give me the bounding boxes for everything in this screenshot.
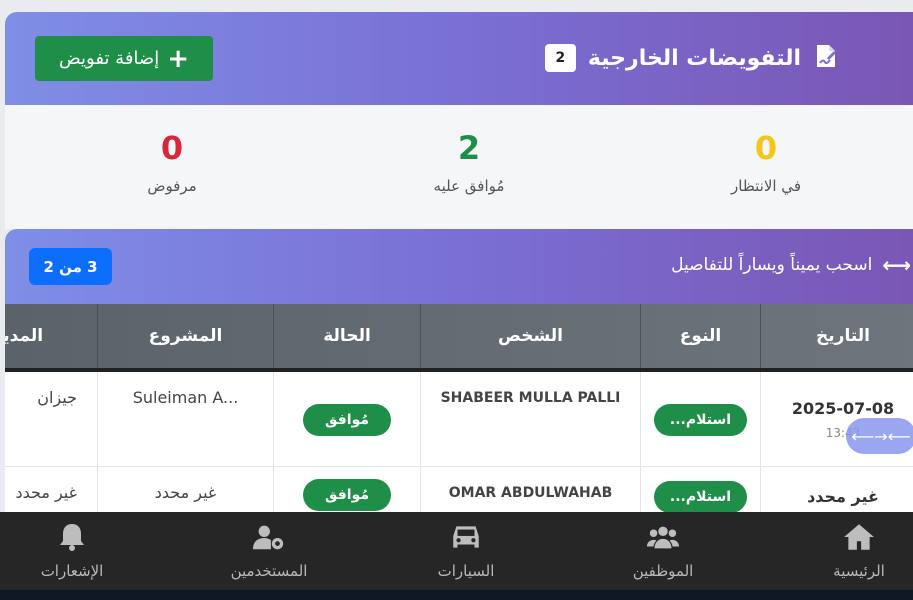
cell-city: جيزان — [5, 372, 97, 467]
bell-icon — [60, 524, 84, 551]
col-date[interactable]: التاريخ — [760, 304, 913, 368]
cell-status: مُوافق — [273, 372, 420, 467]
stats-panel: 0 في الانتظار 2 مُوافق عليه 0 مرفوض — [5, 105, 913, 229]
col-type[interactable]: النوع — [640, 304, 760, 368]
nav-label-home: الرئيسية — [833, 562, 885, 580]
nav-label-notifications: الإشعارات — [40, 562, 104, 580]
nav-item-cars[interactable]: السيارات — [391, 512, 541, 590]
stat-pending: 0 في الانتظار — [656, 129, 876, 195]
table-row[interactable]: 2025-07-08 13:43 استلام... SHABEER MULLA… — [5, 372, 913, 467]
type-badge: استلام... — [653, 481, 748, 513]
stat-pending-label: في الانتظار — [731, 177, 801, 196]
delegations-header: + إضافة تفويض التفويضات الخارجية 2 — [5, 12, 913, 105]
add-delegation-label: إضافة تفويض — [58, 48, 160, 69]
nav-item-employees[interactable]: الموظفين — [588, 512, 738, 590]
home-icon — [844, 524, 874, 550]
stat-approved-value: 2 — [457, 129, 481, 167]
cell-type: استلام... — [640, 372, 760, 467]
stat-approved-label: مُوافق عليه — [433, 177, 505, 196]
nav-item-home[interactable]: الرئيسية — [784, 512, 913, 590]
date-text: غير محدد — [807, 487, 879, 506]
pagination-badge: 3 من 2 — [29, 248, 112, 285]
users-icon — [646, 526, 680, 549]
date-text: 2025-07-08 — [791, 399, 895, 418]
stat-rejected-value: 0 — [160, 129, 184, 167]
status-badge: مُوافق — [302, 403, 392, 436]
plus-icon: + — [167, 43, 190, 74]
nav-label-employees: الموظفين — [632, 562, 694, 580]
scroll-hint-text: اسحب يميناً ويساراً للتفاصيل — [671, 255, 873, 275]
swipe-arrows-icon: ⟵→⟵ — [851, 426, 911, 446]
car-icon — [453, 526, 479, 548]
stat-rejected: 0 مرفوض — [62, 129, 282, 195]
count-badge: 2 — [544, 44, 576, 72]
cell-project: Suleiman A... — [97, 372, 273, 467]
col-person[interactable]: الشخص — [420, 304, 640, 368]
col-project[interactable]: المشروع — [97, 304, 273, 368]
type-badge: استلام... — [653, 403, 748, 436]
nav-item-users[interactable]: المستخدمين — [194, 512, 344, 590]
nav-label-cars: السيارات — [437, 562, 495, 580]
signature-icon — [813, 43, 839, 73]
stat-approved: 2 مُوافق عليه — [359, 129, 579, 195]
table-toolbar: 3 من 2 ⟷ اسحب يميناً ويساراً للتفاصيل — [5, 229, 913, 304]
nav-label-users: المستخدمين — [230, 562, 308, 580]
page-title-group: التفويضات الخارجية 2 — [544, 40, 839, 76]
status-badge: مُوافق — [302, 479, 392, 511]
nav-item-notifications[interactable]: الإشعارات — [0, 512, 147, 590]
add-delegation-button[interactable]: + إضافة تفويض — [35, 36, 213, 81]
stat-rejected-label: مرفوض — [147, 177, 197, 196]
left-right-arrows-icon: ⟷ — [882, 253, 911, 277]
col-status[interactable]: الحالة — [273, 304, 420, 368]
page-title: التفويضات الخارجية — [587, 45, 801, 71]
col-city[interactable]: المدينة — [5, 304, 97, 368]
table-header: التاريخ النوع الشخص الحالة المشروع المدي… — [5, 304, 913, 372]
cell-person: SHABEER MULLA PALLI — [420, 372, 640, 467]
user-gear-icon — [252, 525, 284, 550]
bottom-nav: الرئيسية الموظفين السيارات المستخدمين ال… — [0, 512, 913, 600]
stat-pending-value: 0 — [754, 129, 778, 167]
swipe-indicator[interactable]: ⟵→⟵ — [846, 418, 913, 454]
scroll-hint: ⟷ اسحب يميناً ويساراً للتفاصيل — [671, 253, 911, 277]
delegations-table-card: 3 من 2 ⟷ اسحب يميناً ويساراً للتفاصيل ال… — [5, 229, 913, 519]
